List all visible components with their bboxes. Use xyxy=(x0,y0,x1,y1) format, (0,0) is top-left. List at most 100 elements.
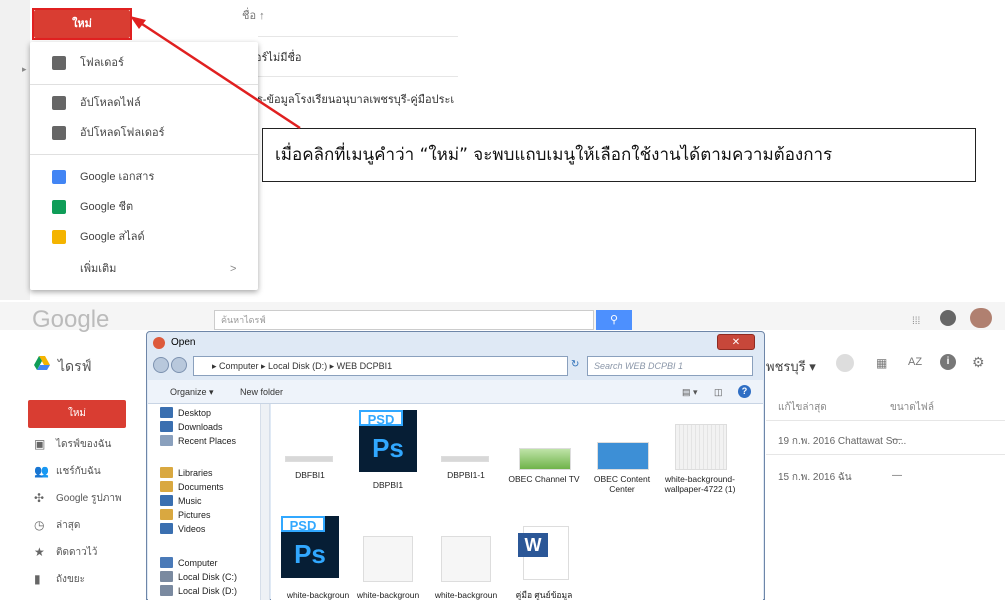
word-file-icon: W xyxy=(518,526,569,580)
forward-icon[interactable] xyxy=(171,357,187,373)
file-name: DBFBI1 xyxy=(295,470,325,480)
photoshop-file-icon: PSD Ps xyxy=(281,516,339,578)
recent-icon: ◷ xyxy=(34,518,45,532)
file-item[interactable]: OBEC Content Center xyxy=(585,442,659,494)
arrow-line xyxy=(135,18,301,130)
file-item[interactable]: DBFBI1 xyxy=(273,456,347,480)
info-icon[interactable]: i xyxy=(940,354,956,370)
file-item[interactable]: white-background-wallpaper-4722 (1) xyxy=(663,424,737,494)
breadcrumb[interactable]: พชรบุรี ▾ xyxy=(766,356,816,377)
file-item[interactable]: OBEC Channel TV xyxy=(507,448,581,484)
nav-item-music[interactable]: Music xyxy=(160,494,202,508)
file-thumbnail xyxy=(675,424,727,470)
file-name: DBPBI1 xyxy=(372,480,404,490)
file-item[interactable]: white-backgroun xyxy=(429,536,503,600)
table-cell-size: — xyxy=(892,470,902,481)
nav-item-documents[interactable]: Documents xyxy=(160,480,224,494)
search-input[interactable]: ค้นหาไดรฟ์ xyxy=(214,310,594,330)
avatar[interactable] xyxy=(970,308,992,328)
nav-item-computer[interactable]: Computer xyxy=(160,556,218,570)
computer-icon xyxy=(160,557,173,568)
nav-item-label: Local Disk (C:) xyxy=(178,572,238,582)
help-icon[interactable]: ? xyxy=(738,385,751,398)
new-button[interactable]: ใหม่ xyxy=(28,400,126,428)
sidebar-item-shared[interactable]: 👥 แชร์กับฉัน xyxy=(10,461,150,483)
photoshop-file-icon: PSD Ps xyxy=(359,410,417,472)
my-drive-icon: ▣ xyxy=(34,437,46,451)
ps-letters: Ps xyxy=(372,433,404,463)
nav-item-label: Documents xyxy=(178,482,224,492)
star-icon: ★ xyxy=(34,545,45,559)
table-cell-modified: 15 ก.พ. 2016 ฉัน xyxy=(778,472,852,483)
sidebar-item-label: Google รูปภาพ xyxy=(56,493,122,504)
search-icon[interactable]: ⚲ xyxy=(596,310,632,330)
sidebar-item-recent[interactable]: ◷ ล่าสุด xyxy=(10,515,150,537)
sidebar-item-my-drive[interactable]: ▣ ไดรฟ์ของฉัน xyxy=(10,434,150,456)
column-header-modified[interactable]: แก้ไขล่าสุด xyxy=(778,400,827,415)
videos-icon xyxy=(160,523,173,534)
divider xyxy=(766,454,1005,455)
nav-item-label: Local Disk (D:) xyxy=(178,586,238,596)
file-item[interactable]: PSD Ps xyxy=(273,516,347,600)
nav-item-pictures[interactable]: Pictures xyxy=(160,508,211,522)
nav-item-label: Recent Places xyxy=(178,436,237,446)
gear-icon[interactable]: ⚙ xyxy=(972,354,985,371)
nav-item-recent-places[interactable]: Recent Places xyxy=(160,434,236,448)
file-name: white-backgroun xyxy=(286,590,350,600)
trash-icon: ▮ xyxy=(34,572,41,586)
new-folder-button[interactable]: New folder xyxy=(240,380,283,404)
file-item[interactable]: W คู่มือ ศูนย์ข้อมูล xyxy=(507,526,581,600)
dialog-title: Open xyxy=(171,337,196,348)
nav-item-local-disk-c[interactable]: Local Disk (C:) xyxy=(160,570,237,584)
file-item[interactable]: DBPBI1-1 xyxy=(429,456,503,480)
file-item[interactable]: white-backgroun xyxy=(351,536,425,600)
psd-tag: PSD xyxy=(359,410,403,427)
grid-view-icon[interactable]: ▦ xyxy=(876,356,887,370)
sidebar-item-label: ไดรฟ์ของฉัน xyxy=(56,439,112,450)
nav-scrollbar[interactable] xyxy=(260,404,269,600)
recent-places-icon xyxy=(160,435,173,446)
path-breadcrumb[interactable]: ▸ Computer ▸ Local Disk (D:) ▸ WEB DCPBI… xyxy=(193,356,568,376)
dialog-search-input[interactable]: Search WEB DCPBI 1 xyxy=(587,356,753,376)
divider xyxy=(766,420,1005,421)
disk-icon xyxy=(160,585,173,596)
sidebar-item-photos[interactable]: ✣ Google รูปภาพ xyxy=(10,488,150,510)
psd-tag: PSD xyxy=(281,516,325,533)
drive-title: ไดรฟ์ xyxy=(58,358,92,374)
table-cell-modified: 19 ก.พ. 2016 Chattawat So... xyxy=(778,436,907,447)
sort-icon[interactable]: AZ xyxy=(908,356,922,368)
file-thumbnail xyxy=(519,448,571,470)
ps-letters: Ps xyxy=(294,539,326,569)
nav-item-desktop[interactable]: Desktop xyxy=(160,406,211,420)
organize-button[interactable]: Organize ▾ xyxy=(170,380,214,404)
nav-item-downloads[interactable]: Downloads xyxy=(160,420,223,434)
sidebar-item-starred[interactable]: ★ ติดดาวไว้ xyxy=(10,542,150,564)
refresh-icon[interactable]: ↻ xyxy=(571,359,579,370)
sidebar-item-label: ล่าสุด xyxy=(56,520,81,531)
nav-item-label: Desktop xyxy=(178,408,212,418)
address-bar: ▸ Computer ▸ Local Disk (D:) ▸ WEB DCPBI… xyxy=(153,356,758,378)
table-cell-size: — xyxy=(892,434,902,445)
close-icon[interactable]: ✕ xyxy=(717,334,755,350)
notifications-icon[interactable] xyxy=(940,310,956,326)
file-thumbnail xyxy=(441,536,491,582)
view-options-icon[interactable]: ▤ ▾ xyxy=(682,380,698,404)
file-item[interactable]: PSD Ps DBPBI1 xyxy=(351,410,425,490)
sidebar-item-trash[interactable]: ▮ ถังขยะ xyxy=(10,569,150,591)
dialog-toolbar: Organize ▾ New folder ▤ ▾ ◫ ? xyxy=(148,380,763,404)
nav-item-label: Libraries xyxy=(178,468,213,478)
sidebar-item-label: ถังขยะ xyxy=(56,574,86,585)
documents-icon xyxy=(160,481,173,492)
nav-item-videos[interactable]: Videos xyxy=(160,522,205,536)
column-header-size[interactable]: ขนาดไฟล์ xyxy=(890,400,934,415)
file-thumbnail xyxy=(285,456,333,462)
nav-item-label: Computer xyxy=(178,558,218,568)
back-icon[interactable] xyxy=(153,357,169,373)
nav-item-local-disk-d[interactable]: Local Disk (D:) xyxy=(160,584,237,598)
shared-icon[interactable] xyxy=(836,354,854,372)
nav-item-label: Videos xyxy=(178,524,206,534)
apps-icon[interactable]: ⁞⁞⁞ xyxy=(912,316,920,327)
nav-item-libraries[interactable]: Libraries xyxy=(160,466,213,480)
preview-pane-icon[interactable]: ◫ xyxy=(714,380,723,404)
file-name: DBPBI1-1 xyxy=(447,470,485,480)
